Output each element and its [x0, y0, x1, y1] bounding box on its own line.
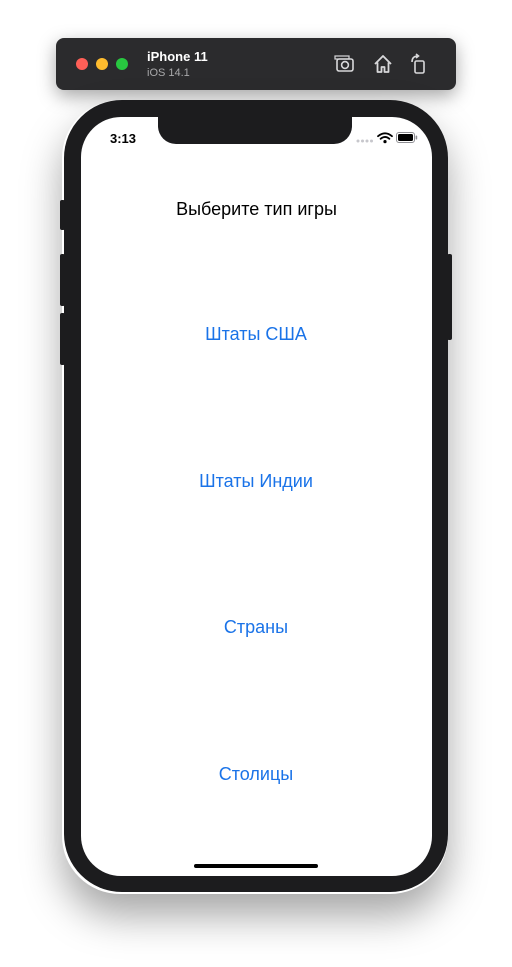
- battery-icon: [396, 132, 418, 143]
- phone-screen: 3:13 Выберите тип игры Штаты США Штаты И…: [81, 117, 432, 876]
- signal-dots-icon: [356, 139, 373, 143]
- notch: [158, 117, 352, 144]
- wifi-icon: [377, 132, 393, 144]
- mute-switch: [60, 200, 65, 230]
- device-name: iPhone 11: [147, 49, 208, 64]
- minimize-window-button[interactable]: [96, 58, 108, 70]
- home-icon[interactable]: [371, 52, 395, 76]
- power-button: [447, 254, 452, 340]
- os-version: iOS 14.1: [147, 67, 190, 79]
- page-title: Выберите тип игры: [176, 199, 337, 219]
- india-states-button[interactable]: Штаты Индии: [156, 461, 356, 501]
- volume-down-button: [60, 313, 65, 365]
- volume-up-button: [60, 254, 65, 306]
- countries-button[interactable]: Страны: [156, 607, 356, 647]
- close-window-button[interactable]: [76, 58, 88, 70]
- rotate-icon[interactable]: [407, 52, 431, 76]
- simulator-toolbar: iPhone 11 iOS 14.1: [56, 38, 456, 90]
- zoom-window-button[interactable]: [116, 58, 128, 70]
- screenshot-icon[interactable]: [333, 52, 357, 76]
- simulator-stage: iPhone 11 iOS 14.1 3:13 Выберите тип игр…: [0, 0, 512, 967]
- us-states-button[interactable]: Штаты США: [156, 314, 356, 354]
- capitals-button[interactable]: Столицы: [156, 754, 356, 794]
- home-indicator[interactable]: [194, 864, 318, 868]
- status-time: 3:13: [110, 131, 137, 146]
